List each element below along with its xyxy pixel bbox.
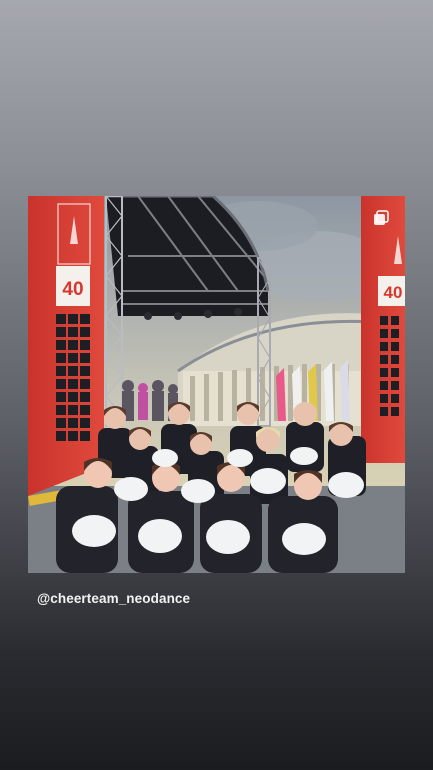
user-mention-link[interactable]: @cheerteam_neodance bbox=[37, 591, 190, 606]
banner-right-number: 40 bbox=[384, 283, 403, 302]
story-photo[interactable]: 40 40 bbox=[28, 196, 405, 573]
photo-scene: 40 40 bbox=[28, 196, 405, 573]
banner-right: 40 bbox=[361, 196, 405, 463]
multiple-photos-icon bbox=[373, 210, 389, 226]
banner-left-number: 40 bbox=[62, 279, 83, 300]
banner-left: 40 bbox=[28, 196, 104, 496]
